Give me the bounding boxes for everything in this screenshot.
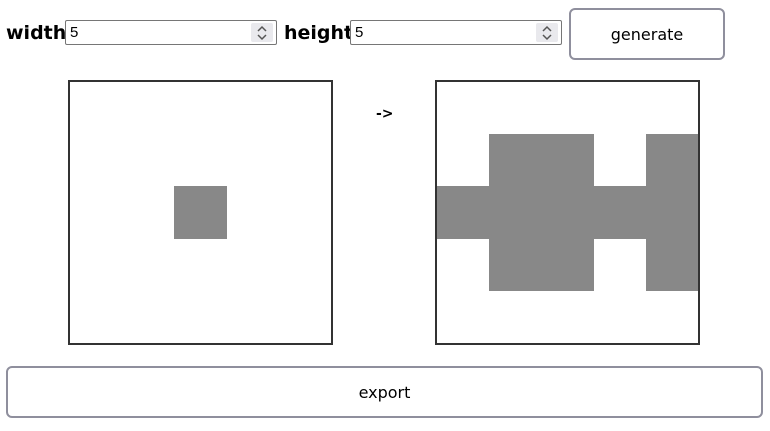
grid-cell[interactable]: [70, 290, 123, 343]
grid-cell[interactable]: [226, 238, 280, 292]
output-grid: [435, 80, 700, 345]
grid-cell[interactable]: [122, 186, 176, 240]
height-label: height: [284, 22, 354, 44]
grid-cell[interactable]: [278, 186, 331, 240]
grid-cell[interactable]: [278, 82, 331, 135]
grid-cell[interactable]: [70, 186, 123, 240]
grid-cell: [489, 186, 543, 240]
grid-cell: [489, 134, 543, 188]
grid-cell[interactable]: [70, 238, 123, 292]
grid-cell[interactable]: [226, 134, 280, 188]
height-input[interactable]: 5: [350, 20, 562, 45]
grid-cell[interactable]: [70, 134, 123, 188]
grid-cell: [541, 238, 595, 292]
grid-cell: [489, 290, 543, 343]
width-input[interactable]: 5: [65, 20, 277, 45]
height-input-value: 5: [355, 24, 364, 41]
grid-cell: [437, 186, 490, 240]
grid-cell[interactable]: [122, 134, 176, 188]
grid-cell: [593, 134, 647, 188]
grid-cell: [489, 238, 543, 292]
width-label: width: [6, 22, 67, 44]
chevron-up-icon[interactable]: [257, 25, 267, 32]
grid-cell: [541, 82, 595, 135]
height-spinner[interactable]: [536, 23, 558, 42]
chevron-down-icon[interactable]: [542, 34, 552, 41]
grid-cell[interactable]: [226, 82, 280, 135]
grid-cell: [541, 290, 595, 343]
grid-cell[interactable]: [122, 238, 176, 292]
grid-cell: [541, 134, 595, 188]
grid-cell[interactable]: [174, 186, 228, 240]
grid-cell[interactable]: [174, 134, 228, 188]
grid-cell[interactable]: [278, 238, 331, 292]
grid-cell[interactable]: [226, 290, 280, 343]
grid-cell: [593, 238, 647, 292]
grid-cell: [437, 238, 490, 292]
grid-cell: [593, 82, 647, 135]
grid-cell: [645, 186, 698, 240]
grid-cell[interactable]: [122, 82, 176, 135]
grid-cell[interactable]: [174, 238, 228, 292]
grid-cell: [437, 134, 490, 188]
input-grid[interactable]: [68, 80, 333, 345]
grid-cell: [645, 290, 698, 343]
chevron-up-icon[interactable]: [542, 25, 552, 32]
grid-cell: [593, 290, 647, 343]
grid-cell[interactable]: [226, 186, 280, 240]
grid-cell[interactable]: [122, 290, 176, 343]
grid-cell: [437, 290, 490, 343]
arrow-label: ->: [376, 106, 394, 122]
grid-cell: [645, 82, 698, 135]
grid-cell: [593, 186, 647, 240]
grid-cell[interactable]: [174, 82, 228, 135]
grid-cell: [645, 238, 698, 292]
grid-cell: [541, 186, 595, 240]
grid-cell: [437, 82, 490, 135]
chevron-down-icon[interactable]: [257, 34, 267, 41]
grid-cell: [489, 82, 543, 135]
grid-cell[interactable]: [174, 290, 228, 343]
grid-cell[interactable]: [278, 290, 331, 343]
grid-cell[interactable]: [70, 82, 123, 135]
grid-cell[interactable]: [278, 134, 331, 188]
width-input-value: 5: [70, 24, 79, 41]
width-spinner[interactable]: [251, 23, 273, 42]
export-button[interactable]: export: [6, 366, 763, 418]
generate-button[interactable]: generate: [569, 8, 725, 60]
grid-cell: [645, 134, 698, 188]
